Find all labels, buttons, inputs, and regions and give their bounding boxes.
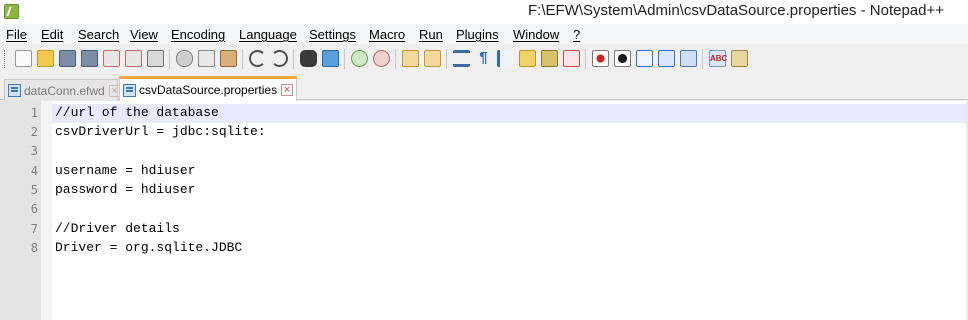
- menu-view[interactable]: View: [130, 27, 158, 42]
- tab-close-icon[interactable]: ×: [281, 84, 294, 96]
- sync-horizontal-icon[interactable]: [424, 50, 441, 67]
- menu-edit[interactable]: Edit: [41, 27, 63, 42]
- toolbar-separator: [242, 49, 243, 69]
- zoom-out-icon[interactable]: [373, 50, 390, 67]
- tab-label: dataConn.efwd: [24, 83, 105, 98]
- close-icon[interactable]: [103, 50, 120, 67]
- line-number: 6: [30, 202, 38, 216]
- word-wrap-icon[interactable]: [453, 50, 470, 67]
- save-macro-icon[interactable]: [680, 50, 697, 67]
- redo-icon[interactable]: [271, 50, 288, 67]
- run-macro-multiple-icon[interactable]: [658, 50, 675, 67]
- code-line[interactable]: csvDriverUrl = jdbc:sqlite:: [55, 124, 266, 139]
- tab-csvdatasource-properties[interactable]: csvDataSource.properties ×: [119, 76, 297, 101]
- tab-dataconn-efwd[interactable]: dataConn.efwd ×: [4, 79, 121, 101]
- print-icon[interactable]: [147, 50, 164, 67]
- open-file-icon[interactable]: [37, 50, 54, 67]
- document-map-icon[interactable]: [519, 50, 536, 67]
- replace-icon[interactable]: [322, 50, 339, 67]
- menu-language[interactable]: Language: [239, 27, 297, 42]
- fold-margin[interactable]: [41, 101, 52, 320]
- code-line[interactable]: Driver = org.sqlite.JDBC: [55, 240, 242, 255]
- folder-workspace-icon[interactable]: [563, 50, 580, 67]
- toolbar-separator: [344, 49, 345, 69]
- paste-icon[interactable]: [220, 50, 237, 67]
- sync-vertical-icon[interactable]: [402, 50, 419, 67]
- close-all-icon[interactable]: [125, 50, 142, 67]
- stop-recording-icon[interactable]: [614, 50, 631, 67]
- menu-file[interactable]: File: [6, 27, 27, 42]
- zoom-in-icon[interactable]: [351, 50, 368, 67]
- toolbar: ¶ ABC: [0, 44, 968, 74]
- menu-plugins[interactable]: Plugins: [456, 27, 499, 42]
- cut-icon[interactable]: [176, 50, 193, 67]
- line-number: 2: [30, 125, 38, 139]
- tab-bar: dataConn.efwd × csvDataSource.properties…: [0, 74, 968, 101]
- menu-bar: File Edit Search View Encoding Language …: [0, 24, 968, 44]
- code-line[interactable]: //Driver details: [55, 221, 180, 236]
- editor-area[interactable]: 1 2 3 4 5 6 7 8 //url of the database cs…: [0, 101, 968, 320]
- title-bar: F:\EFW\System\Admin\csvDataSource.proper…: [0, 0, 968, 24]
- plugin-icon[interactable]: [731, 50, 748, 67]
- line-number: 8: [30, 241, 38, 255]
- menu-settings[interactable]: Settings: [309, 27, 356, 42]
- toolbar-separator: [293, 49, 294, 69]
- undo-icon[interactable]: [249, 50, 266, 67]
- line-number: 7: [30, 222, 38, 236]
- code-line[interactable]: username = hdiuser: [55, 163, 195, 178]
- toolbar-grip[interactable]: [4, 50, 7, 68]
- tab-label: csvDataSource.properties: [139, 83, 278, 97]
- toolbar-separator: [169, 49, 170, 69]
- copy-icon[interactable]: [198, 50, 215, 67]
- file-icon: [8, 84, 21, 97]
- toolbar-separator: [446, 49, 447, 69]
- menu-search[interactable]: Search: [78, 27, 119, 42]
- find-icon[interactable]: [300, 50, 317, 67]
- menu-run[interactable]: Run: [419, 27, 443, 42]
- save-all-icon[interactable]: [81, 50, 98, 67]
- line-number: 3: [30, 144, 38, 158]
- indent-guide-icon[interactable]: [497, 50, 514, 67]
- play-macro-icon[interactable]: [636, 50, 653, 67]
- function-list-icon[interactable]: [541, 50, 558, 67]
- toolbar-separator: [395, 49, 396, 69]
- menu-macro[interactable]: Macro: [369, 27, 405, 42]
- window-title: F:\EFW\System\Admin\csvDataSource.proper…: [528, 2, 944, 19]
- line-number: 4: [30, 164, 38, 178]
- record-macro-icon[interactable]: [592, 50, 609, 67]
- code-line[interactable]: password = hdiuser: [55, 182, 195, 197]
- file-icon: [123, 83, 136, 97]
- line-number: 1: [30, 106, 38, 120]
- line-number: 5: [30, 183, 38, 197]
- notepadpp-app-icon[interactable]: [4, 4, 19, 19]
- spell-check-icon[interactable]: ABC: [709, 50, 727, 67]
- save-icon[interactable]: [59, 50, 76, 67]
- new-file-icon[interactable]: [15, 50, 32, 67]
- menu-window[interactable]: Window: [513, 27, 559, 42]
- menu-encoding[interactable]: Encoding: [171, 27, 225, 42]
- code-line[interactable]: //url of the database: [55, 105, 219, 120]
- toolbar-separator: [702, 49, 703, 69]
- toolbar-separator: [585, 49, 586, 69]
- show-all-characters-icon[interactable]: ¶: [475, 50, 492, 67]
- menu-help[interactable]: ?: [573, 27, 580, 42]
